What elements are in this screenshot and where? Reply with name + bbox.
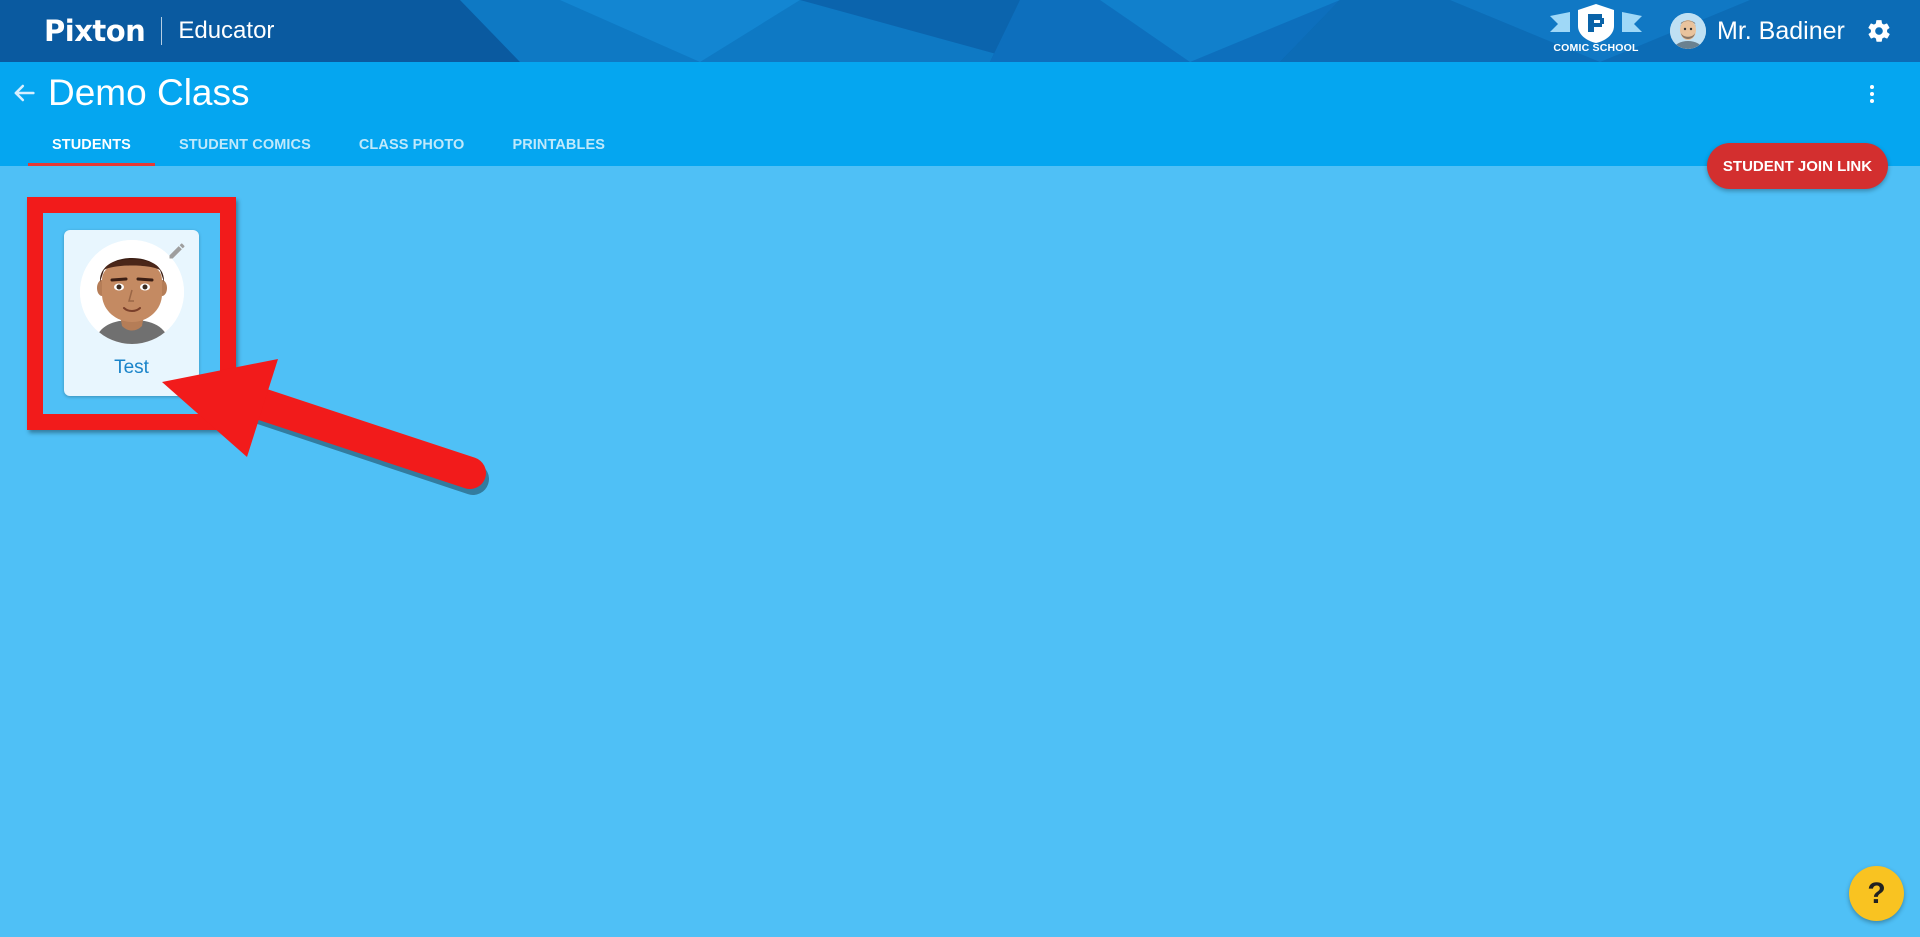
comic-school-shield-icon	[1550, 4, 1642, 43]
product-label: Educator	[178, 17, 275, 44]
more-vertical-icon[interactable]	[1864, 82, 1880, 106]
student-join-link-button[interactable]: STUDENT JOIN LINK	[1707, 143, 1888, 189]
user-name[interactable]: Mr. Badiner	[1717, 17, 1845, 46]
tab-printables[interactable]: PRINTABLES	[488, 124, 629, 166]
user-menu[interactable]: Mr. Badiner	[1670, 12, 1845, 50]
brand-divider	[161, 17, 163, 45]
tab-class-photo[interactable]: CLASS PHOTO	[335, 124, 489, 166]
gear-icon[interactable]	[1866, 18, 1892, 44]
pixton-logo[interactable]: Pixton	[44, 14, 146, 48]
arrow-left-icon[interactable]	[10, 79, 38, 107]
top-app-bar: Pixton Educator COMIC SCHOOL Mr. Badiner	[0, 0, 1920, 62]
tab-students[interactable]: STUDENTS	[28, 124, 155, 166]
tab-student-comics[interactable]: STUDENT COMICS	[155, 124, 335, 166]
annotation-arrow	[162, 359, 489, 495]
page-title: Demo Class	[48, 72, 250, 113]
help-button[interactable]: ?	[1849, 866, 1904, 921]
comic-school-badge[interactable]: COMIC SCHOOL	[1546, 2, 1646, 58]
user-avatar[interactable]	[1670, 13, 1706, 49]
class-tabs: STUDENTS STUDENT COMICS CLASS PHOTO PRIN…	[28, 124, 629, 166]
class-header: Demo Class STUDENTS STUDENT COMICS CLASS…	[0, 62, 1920, 166]
comic-school-label: COMIC SCHOOL	[1553, 42, 1639, 54]
